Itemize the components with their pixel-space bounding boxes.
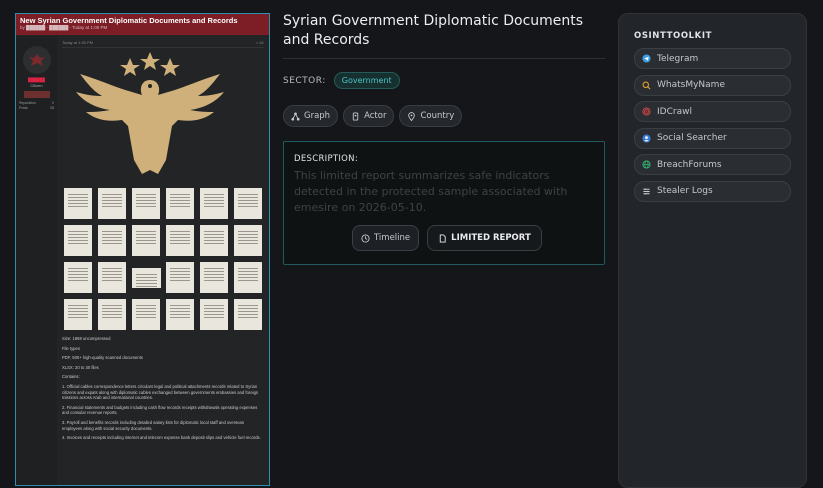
fingerprint-icon bbox=[642, 107, 651, 116]
doc-thumbnail[interactable] bbox=[98, 299, 126, 330]
doc-thumbnail[interactable] bbox=[98, 225, 126, 256]
graph-button[interactable]: Graph bbox=[283, 105, 339, 127]
preview-body: ██████ Citizen Reputation 0 Posts 28 Today… bbox=[16, 36, 269, 485]
preview-user-panel: ██████ Citizen Reputation 0 Posts 28 bbox=[16, 36, 57, 485]
doc-thumbnail[interactable] bbox=[64, 225, 92, 256]
eagle-avatar-icon bbox=[28, 54, 45, 66]
preview-stat: Reputation 0 bbox=[19, 101, 54, 105]
toolkit-item-whatsmyname[interactable]: WhatsMyName bbox=[634, 74, 791, 96]
description-text: This limited report summarizes safe indi… bbox=[294, 169, 568, 214]
preview-username: ██████ bbox=[27, 77, 45, 82]
doc-thumbnail[interactable] bbox=[98, 188, 126, 219]
document-icon bbox=[439, 233, 446, 243]
clock-icon bbox=[361, 233, 370, 243]
doc-thumbnail[interactable] bbox=[234, 262, 262, 293]
eagle-emblem-icon bbox=[76, 52, 224, 174]
preview-subtitle: by ██████ - ██████ - Today at 1:00 PM bbox=[20, 25, 108, 30]
sector-badge[interactable]: Government bbox=[333, 72, 400, 89]
description-buttons: Timeline LIMITED REPORT bbox=[352, 225, 542, 251]
action-chips: Graph Actor Country bbox=[283, 105, 605, 127]
doc-thumbnail[interactable] bbox=[234, 299, 262, 330]
doc-thumbnail[interactable] bbox=[200, 188, 228, 219]
doc-thumbnail[interactable] bbox=[132, 188, 160, 219]
description-box: DESCRIPTION: This limited report summari… bbox=[283, 141, 605, 265]
preview-rank: Citizen bbox=[30, 83, 43, 88]
search-icon bbox=[642, 81, 651, 89]
preview-doc-grid bbox=[64, 188, 264, 330]
toolkit-item-idcrawl[interactable]: IDCrawl bbox=[634, 101, 791, 122]
location-pin-icon bbox=[408, 111, 416, 121]
main-panel: Syrian Government Diplomatic Documents a… bbox=[283, 12, 605, 265]
toolkit-item-stealer-logs[interactable]: Stealer Logs bbox=[634, 180, 791, 202]
doc-thumbnail[interactable] bbox=[132, 299, 160, 330]
preview-stat: Posts 28 bbox=[19, 106, 54, 110]
limited-report-button[interactable]: LIMITED REPORT bbox=[427, 225, 542, 251]
social-icon bbox=[642, 133, 651, 143]
preview-screenshot[interactable]: New Syrian Government Diplomatic Documen… bbox=[15, 13, 270, 486]
toolkit-item-breachforums[interactable]: BreachForums bbox=[634, 154, 791, 175]
preview-header: New Syrian Government Diplomatic Documen… bbox=[16, 14, 269, 35]
doc-thumbnail[interactable] bbox=[64, 188, 92, 219]
preview-post-date: Today at 1:00 PM < #1 bbox=[62, 40, 264, 48]
doc-thumbnail[interactable] bbox=[166, 225, 194, 256]
toolkit-item-telegram[interactable]: Telegram bbox=[634, 48, 791, 69]
globe-icon bbox=[642, 160, 651, 169]
doc-thumbnail[interactable] bbox=[166, 262, 194, 293]
timeline-button[interactable]: Timeline bbox=[352, 225, 420, 251]
sector-row: SECTOR: Government bbox=[283, 72, 605, 89]
preview-post-text: Size: 1968 uncompressed File types PDF, … bbox=[62, 336, 261, 441]
toolkit-title: OSINTTOOLKIT bbox=[634, 31, 713, 41]
doc-thumbnail[interactable] bbox=[234, 188, 262, 219]
sector-label: SECTOR: bbox=[283, 75, 326, 86]
preview-badge bbox=[23, 91, 50, 98]
doc-thumbnail[interactable] bbox=[200, 262, 228, 293]
telegram-icon bbox=[642, 54, 651, 63]
country-button[interactable]: Country bbox=[399, 105, 463, 127]
doc-thumbnail[interactable] bbox=[64, 299, 92, 330]
actor-icon bbox=[352, 111, 359, 121]
page-title: Syrian Government Diplomatic Documents a… bbox=[283, 12, 605, 59]
doc-thumbnail[interactable] bbox=[98, 262, 126, 293]
doc-thumbnail[interactable] bbox=[166, 299, 194, 330]
doc-thumbnail[interactable] bbox=[166, 188, 194, 219]
graph-icon bbox=[291, 111, 300, 121]
preview-post: Today at 1:00 PM < #1 Size: 1968 uncompr… bbox=[57, 36, 269, 485]
logs-icon bbox=[643, 187, 650, 195]
doc-thumbnail[interactable] bbox=[200, 299, 228, 330]
avatar bbox=[22, 46, 51, 74]
osint-toolkit-panel: OSINTTOOLKIT Telegram WhatsMyName IDCraw… bbox=[618, 13, 807, 488]
doc-thumbnail[interactable] bbox=[132, 225, 160, 256]
actor-button[interactable]: Actor bbox=[343, 105, 395, 127]
doc-thumbnail[interactable] bbox=[200, 225, 228, 256]
doc-thumbnail[interactable] bbox=[234, 225, 262, 256]
toolkit-item-social-searcher[interactable]: Social Searcher bbox=[634, 127, 791, 149]
doc-thumbnail[interactable] bbox=[64, 262, 92, 293]
description-label: DESCRIPTION: bbox=[294, 154, 358, 164]
preview-title: New Syrian Government Diplomatic Documen… bbox=[20, 16, 238, 25]
doc-thumbnail[interactable] bbox=[132, 268, 161, 288]
